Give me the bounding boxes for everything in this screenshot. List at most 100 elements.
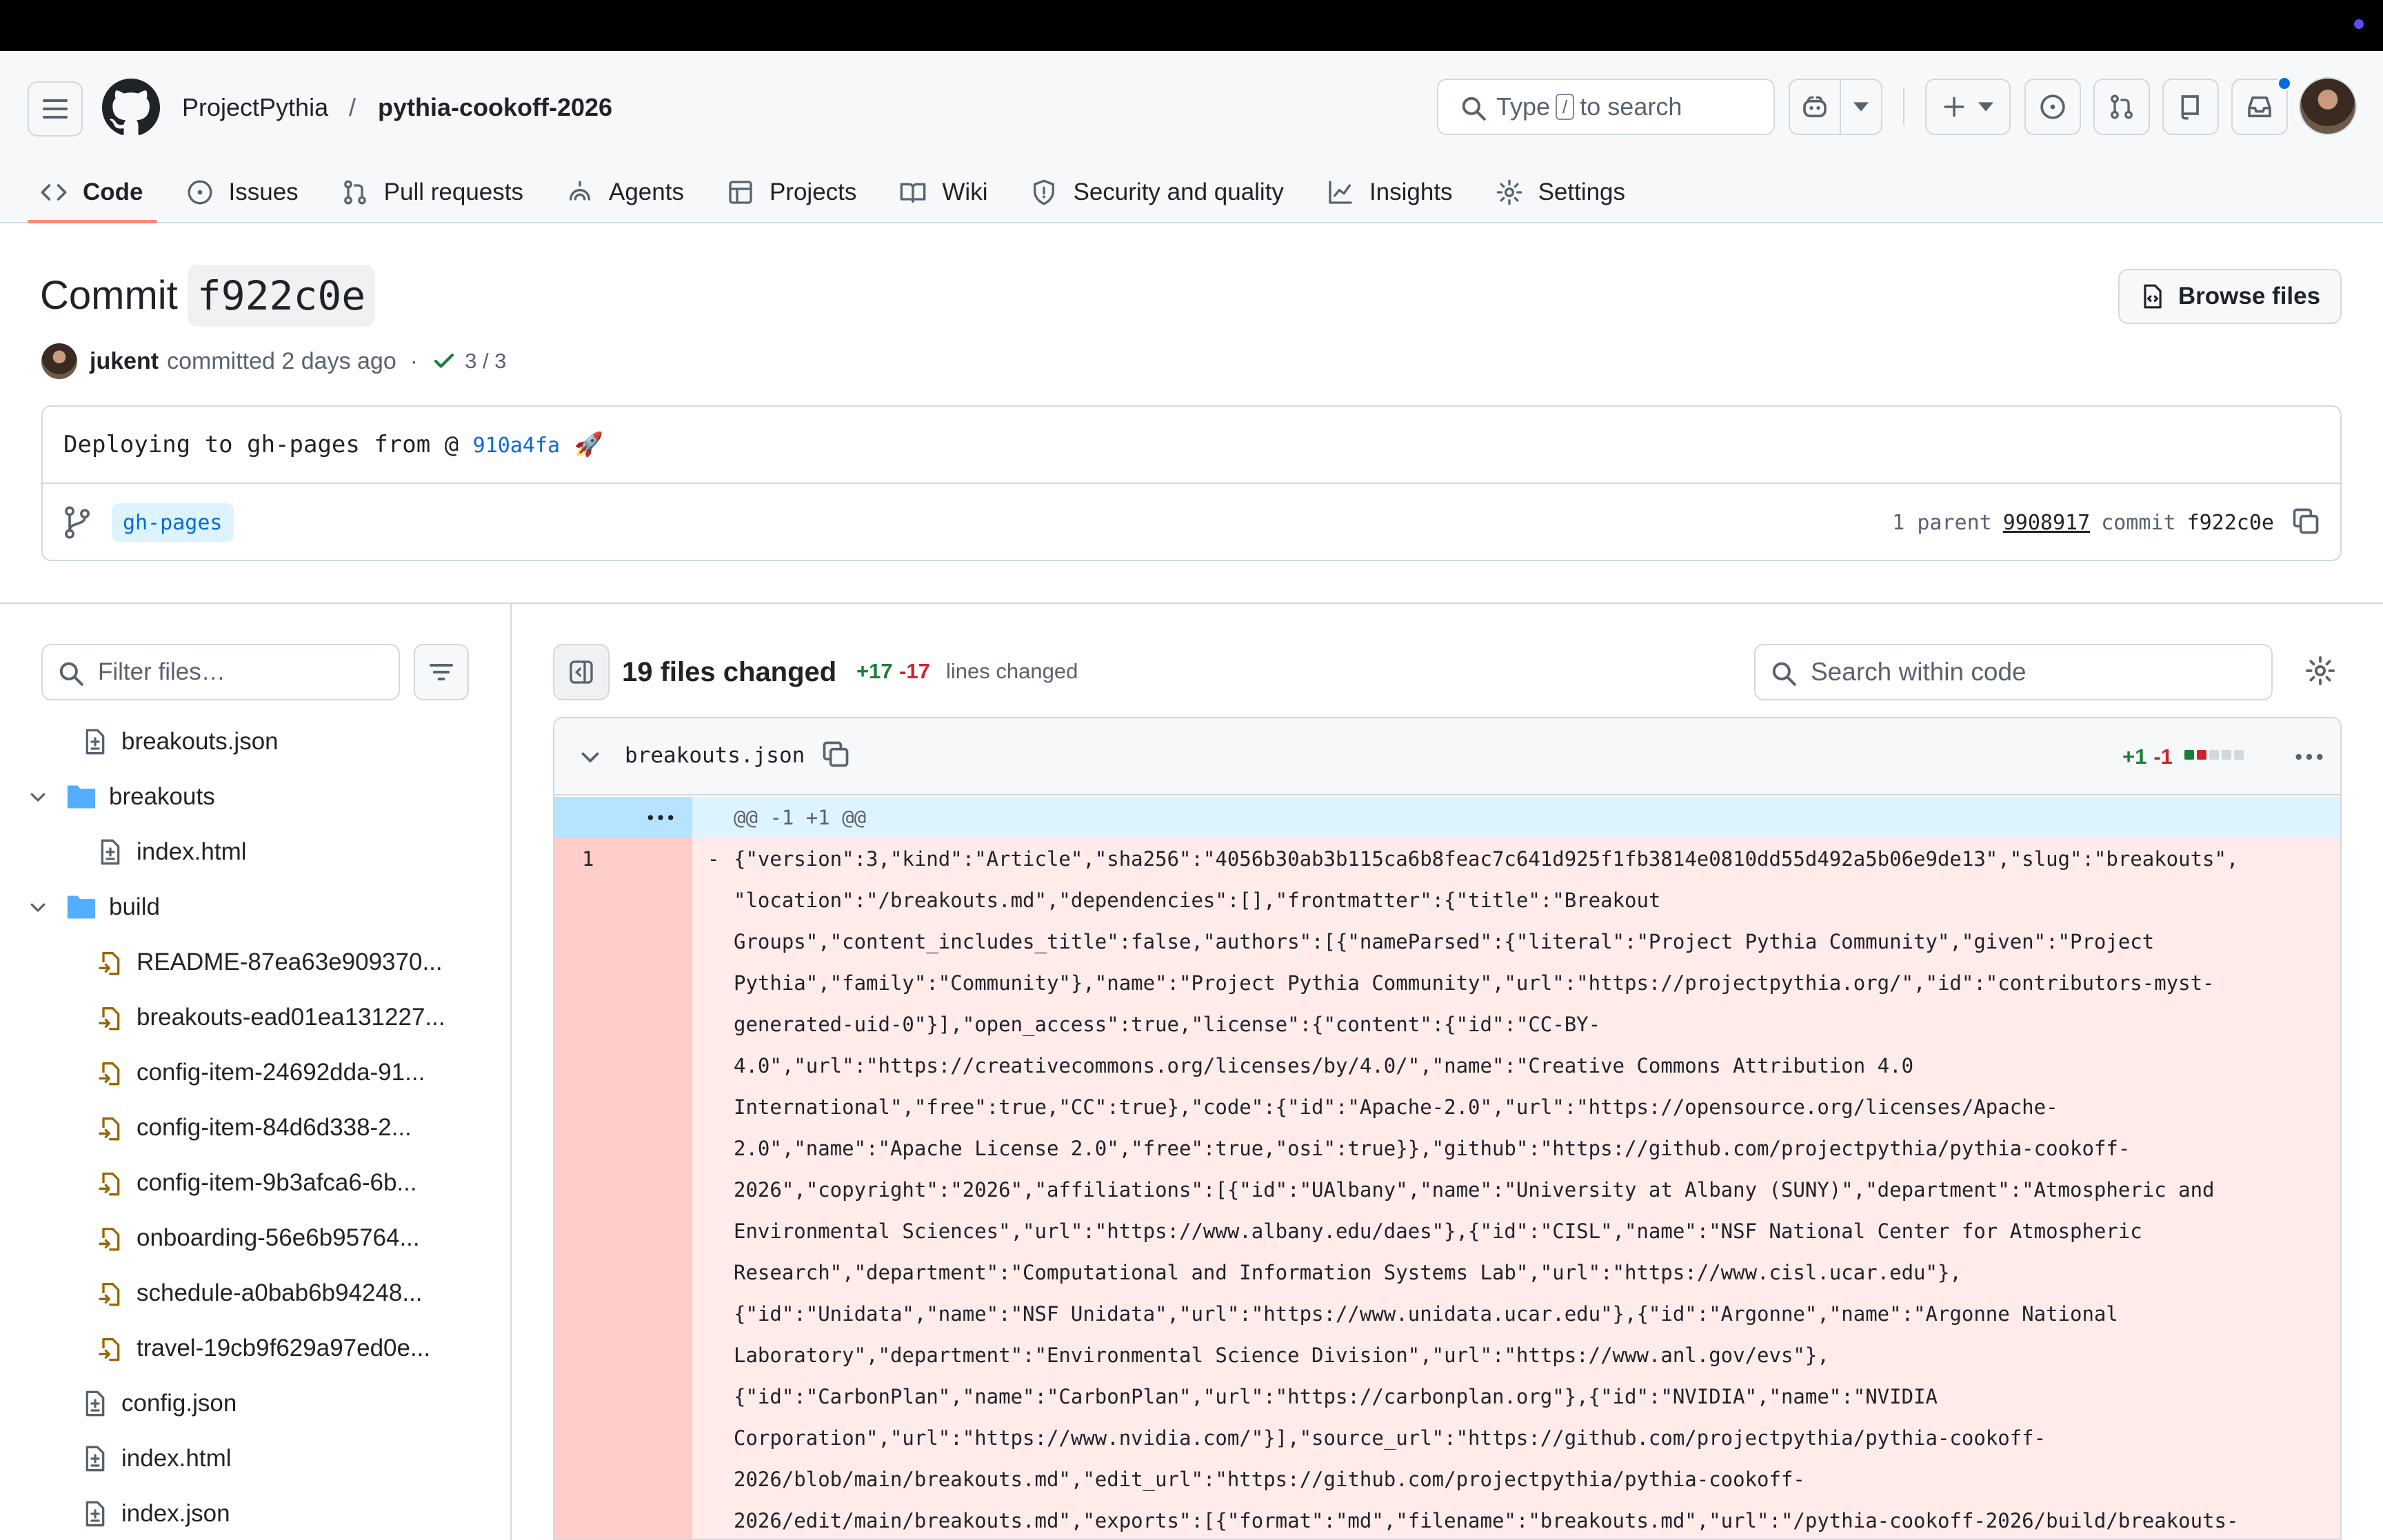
commit-title-label: Commit bbox=[40, 273, 178, 318]
browse-files-label: Browse files bbox=[2178, 283, 2321, 310]
file-diff-icon bbox=[86, 1446, 105, 1472]
check-icon[interactable] bbox=[432, 349, 456, 374]
source-commit-link[interactable]: 910a4fa bbox=[473, 434, 560, 458]
gear-icon bbox=[1496, 179, 1522, 205]
expand-hunk-button[interactable] bbox=[554, 797, 692, 838]
tree-item-label: breakouts.json bbox=[121, 728, 279, 755]
tree-file[interactable]: README-87ea63e909370... bbox=[28, 935, 496, 990]
tree-folder[interactable]: breakouts bbox=[28, 769, 496, 824]
table-icon bbox=[729, 181, 752, 204]
copy-icon[interactable] bbox=[821, 739, 851, 769]
github-logo-icon[interactable] bbox=[102, 79, 160, 136]
tab-label: Security and quality bbox=[1073, 179, 1284, 205]
gear-icon[interactable] bbox=[2304, 655, 2336, 687]
tree-file[interactable]: index.html bbox=[28, 824, 496, 880]
tree-folder[interactable]: build bbox=[28, 880, 496, 935]
issue-icon bbox=[188, 180, 212, 205]
full-commit-sha: f922c0e bbox=[2186, 510, 2274, 535]
search-shortcut-key: / bbox=[1556, 94, 1575, 120]
open-menu-button[interactable] bbox=[28, 81, 83, 136]
browse-files-button[interactable]: Browse files bbox=[2118, 269, 2342, 324]
graph-icon bbox=[1329, 181, 1352, 204]
copy-icon[interactable] bbox=[2291, 506, 2321, 536]
commit-byline: jukent committed 2 days ago · 3 / 3 bbox=[41, 342, 506, 381]
tab-pull-requests[interactable]: Pull requests bbox=[329, 161, 537, 223]
commit-time[interactable]: 2 days ago bbox=[281, 348, 396, 375]
tree-file[interactable]: config-item-84d6d338-2... bbox=[28, 1100, 496, 1155]
tree-file[interactable]: breakouts.json bbox=[28, 714, 496, 769]
repo-icon bbox=[2181, 95, 2199, 120]
author-avatar[interactable] bbox=[41, 343, 77, 379]
chevron-down-icon[interactable] bbox=[578, 744, 603, 769]
tab-label: Projects bbox=[769, 179, 857, 205]
total-deletions: -17 bbox=[899, 659, 930, 683]
filter-placeholder: Filter files… bbox=[98, 658, 225, 685]
more-options-icon[interactable] bbox=[2293, 743, 2325, 771]
tree-item-label: config-item-24692dda-91... bbox=[137, 1059, 425, 1086]
user-avatar[interactable] bbox=[2299, 77, 2357, 135]
tree-file[interactable]: breakouts-ead01ea131227... bbox=[28, 990, 496, 1045]
search-prefix: Type bbox=[1496, 92, 1551, 121]
global-search-input[interactable]: Type / to search bbox=[1437, 79, 1775, 135]
tree-file[interactable]: travel-19cb9f629a97ed0e... bbox=[28, 1321, 496, 1376]
branch-label[interactable]: gh-pages bbox=[112, 503, 234, 542]
filter-options-button[interactable] bbox=[414, 644, 469, 700]
code-line: Pythia","family":"Community"},"name":"Pr… bbox=[734, 971, 2215, 995]
your-issues-button[interactable] bbox=[2024, 79, 2081, 135]
breadcrumb-owner[interactable]: ProjectPythia bbox=[182, 90, 328, 125]
tab-wiki[interactable]: Wiki bbox=[887, 161, 1001, 223]
checks-count[interactable]: 3 / 3 bbox=[465, 349, 506, 374]
tab-security[interactable]: Security and quality bbox=[1018, 161, 1297, 223]
breadcrumb-repo[interactable]: pythia-cookoff-2026 bbox=[378, 90, 612, 125]
parent-sha-link[interactable]: 9908917 bbox=[2003, 511, 2090, 535]
commit-message-text: Deploying to gh-pages from @ bbox=[63, 431, 459, 458]
hamburger-icon bbox=[43, 108, 68, 110]
repositories-button[interactable] bbox=[2162, 79, 2219, 135]
tree-file[interactable]: config.json bbox=[28, 1376, 496, 1431]
hunk-header: @@ -1 +1 @@ bbox=[734, 806, 867, 829]
commit-label: commit bbox=[2101, 510, 2176, 535]
file-moved-icon bbox=[99, 1228, 120, 1251]
tab-code[interactable]: Code bbox=[28, 161, 157, 223]
repo-nav-tabs: Code Issues Pull requests Agents Project… bbox=[28, 161, 1656, 223]
tree-file[interactable]: config-item-9b3afca6-6b... bbox=[28, 1155, 496, 1210]
tab-agents[interactable]: Agents bbox=[554, 161, 698, 223]
tab-settings[interactable]: Settings bbox=[1483, 161, 1639, 223]
code-line: {"version":3,"kind":"Article","sha256":"… bbox=[734, 847, 2239, 871]
git-branch-icon bbox=[65, 506, 90, 539]
commit-action: committed bbox=[167, 347, 275, 374]
diffstat-neutral-square bbox=[2209, 750, 2219, 760]
file-moved-icon bbox=[99, 1062, 120, 1086]
code-line: 2026/blob/main/breakouts.md","edit_url":… bbox=[734, 1468, 1805, 1491]
tree-file[interactable]: index.json bbox=[28, 1486, 496, 1540]
rocket-emoji: 🚀 bbox=[574, 431, 603, 458]
author-link[interactable]: jukent bbox=[90, 348, 159, 375]
filter-files-input[interactable]: Filter files… bbox=[41, 644, 400, 700]
toggle-file-tree-button[interactable] bbox=[553, 644, 610, 700]
filter-icon bbox=[430, 664, 453, 680]
lines-changed-label: lines changed bbox=[946, 659, 1078, 683]
tree-file[interactable]: schedule-a0bab6b94248... bbox=[28, 1266, 496, 1321]
search-within-code-input[interactable]: Search within code bbox=[1754, 644, 2273, 700]
diffstat-add-square bbox=[2184, 750, 2194, 760]
tab-insights[interactable]: Insights bbox=[1314, 161, 1467, 223]
diff-file-name[interactable]: breakouts.json bbox=[625, 743, 805, 768]
tab-projects[interactable]: Projects bbox=[714, 161, 870, 223]
copilot-dropdown-button[interactable] bbox=[1840, 79, 1882, 135]
deletion-marker: - bbox=[707, 847, 720, 871]
tree-file[interactable]: index.html bbox=[28, 1431, 496, 1486]
tree-file[interactable]: config-item-24692dda-91... bbox=[28, 1045, 496, 1100]
tab-issues[interactable]: Issues bbox=[174, 161, 312, 223]
copilot-button[interactable] bbox=[1789, 79, 1841, 135]
line-number[interactable]: 1 bbox=[582, 838, 594, 880]
diffstat-neutral-square bbox=[2222, 750, 2231, 760]
tree-item-label: travel-19cb9f629a97ed0e... bbox=[137, 1335, 431, 1361]
tree-file[interactable]: onboarding-56e6b95764... bbox=[28, 1210, 496, 1266]
tree-item-label: build bbox=[109, 893, 160, 920]
search-icon bbox=[1772, 662, 1796, 686]
folder-icon bbox=[67, 785, 96, 809]
create-new-button[interactable] bbox=[1925, 79, 2011, 135]
your-pull-requests-button[interactable] bbox=[2093, 79, 2150, 135]
code-line: Corporation","url":"https://www.nvidia.c… bbox=[734, 1426, 2047, 1450]
git-pull-request-icon bbox=[2111, 94, 2133, 119]
